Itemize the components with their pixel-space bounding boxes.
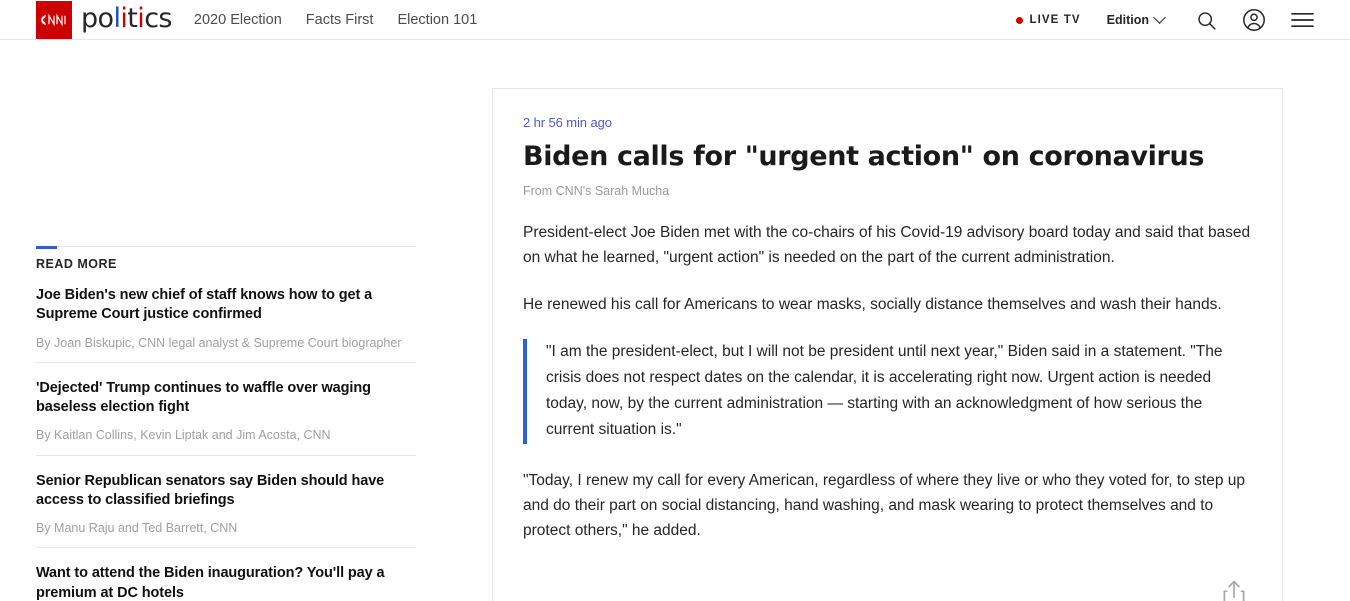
site-header: politics 2020 Election Facts First Elect… — [0, 0, 1350, 40]
nav-item-facts-first[interactable]: Facts First — [306, 12, 374, 28]
menu-button[interactable] — [1288, 6, 1316, 34]
account-button[interactable] — [1240, 6, 1268, 34]
page-title: Biden calls for "urgent action" on coron… — [523, 141, 1205, 172]
read-more-byline: By Manu Raju and Ted Barrett, CNN — [36, 521, 238, 536]
read-more-title[interactable]: Senior Republican senators say Biden sho… — [36, 472, 416, 511]
article-blockquote: "I am the president-elect, but I will no… — [523, 339, 1252, 444]
blockquote-text: "I am the president-elect, but I will no… — [546, 343, 1223, 439]
article-timestamp: 2 hr 56 min ago — [523, 115, 612, 130]
read-more-title[interactable]: Want to attend the Biden inauguration? Y… — [36, 564, 416, 601]
article-card: 2 hr 56 min ago Biden calls for "urgent … — [492, 88, 1283, 601]
read-more-section: READ MORE Joe Biden's new chief of staff… — [36, 246, 416, 601]
brand-wordmark[interactable]: politics — [81, 3, 173, 34]
article-paragraph: "Today, I renew my call for every Americ… — [523, 471, 1245, 539]
chevron-down-icon — [1153, 10, 1166, 24]
list-item[interactable]: Want to attend the Biden inauguration? Y… — [36, 547, 416, 601]
article-paragraph: President-elect Joe Biden met with the c… — [523, 224, 1251, 267]
share-row — [523, 565, 1252, 601]
read-more-title[interactable]: Joe Biden's new chief of staff knows how… — [36, 286, 416, 325]
list-item[interactable]: 'Dejected' Trump continues to waffle ove… — [36, 361, 416, 455]
article-byline: From CNN's Sarah Mucha — [523, 184, 670, 199]
user-account-icon — [1243, 9, 1265, 31]
list-item[interactable]: Joe Biden's new chief of staff knows how… — [36, 286, 416, 362]
nav-item-2020-election[interactable]: 2020 Election — [194, 12, 282, 28]
live-tv-label: LIVE TV — [1029, 14, 1081, 26]
brand-part-6: cs — [144, 3, 172, 34]
read-more-byline: By Kaitlan Collins, Kevin Liptak and Jim… — [36, 428, 331, 443]
sidebar: READ MORE Joe Biden's new chief of staff… — [0, 40, 492, 601]
article-paragraph: He renewed his call for Americans to wea… — [523, 296, 1222, 314]
edition-label: Edition — [1106, 13, 1149, 27]
nav-item-election-101[interactable]: Election 101 — [397, 12, 477, 28]
page-body: READ MORE Joe Biden's new chief of staff… — [0, 40, 1350, 601]
brand-lockup[interactable]: politics — [36, 0, 173, 40]
search-icon — [1197, 11, 1216, 30]
live-tv-button[interactable]: LIVE TV — [1016, 14, 1080, 26]
hamburger-menu-icon — [1290, 12, 1314, 28]
read-more-label: READ MORE — [36, 257, 117, 271]
edition-selector[interactable]: Edition — [1106, 10, 1166, 27]
search-button[interactable] — [1192, 6, 1220, 34]
read-more-byline: By Joan Biskupic, CNN legal analyst & Su… — [36, 335, 402, 350]
list-item[interactable]: Senior Republican senators say Biden sho… — [36, 454, 416, 548]
section-accent-bar — [36, 246, 57, 249]
share-icon[interactable] — [1221, 579, 1247, 601]
brand-part-1: po — [81, 3, 114, 34]
primary-nav: 2020 Election Facts First Election 101 — [194, 12, 477, 28]
read-more-title[interactable]: 'Dejected' Trump continues to waffle ove… — [36, 379, 416, 418]
live-indicator-dot — [1016, 16, 1024, 24]
brand-part-4: t — [127, 3, 138, 34]
cnn-logo-icon[interactable] — [36, 0, 72, 39]
header-utilities: LIVE TV Edition — [1016, 0, 1350, 40]
